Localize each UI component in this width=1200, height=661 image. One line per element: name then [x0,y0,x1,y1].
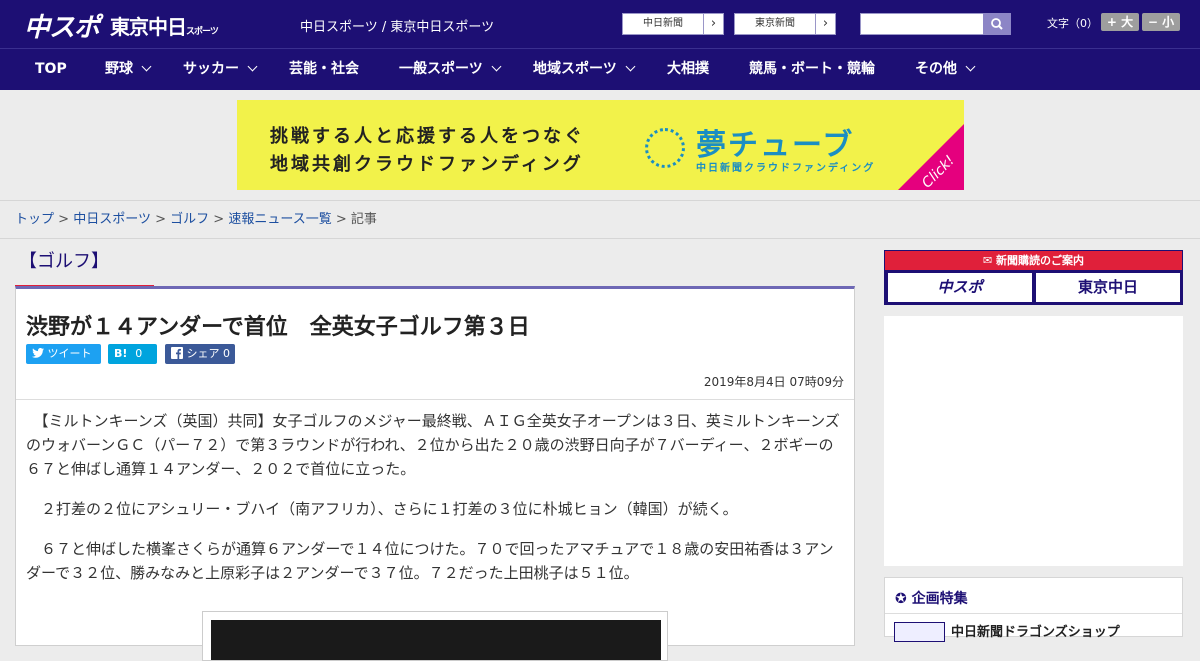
crowdfunding-banner[interactable]: 挑戦する人と応援する人をつなぐ 地域共創クラウドファンディング 夢チューブ 中日… [237,100,964,190]
breadcrumb-sep: > [155,212,166,227]
chunichi-shimbun-label: 中日新聞 [643,18,683,29]
nav-item-label: 一般スポーツ [399,61,483,77]
nav-item-label: その他 [915,61,957,77]
hatena-bookmark-button[interactable]: B! 0 [108,344,157,364]
breadcrumb-news-list[interactable]: 速報ニュース一覧 [228,212,331,227]
subscription-box: ✉ 新聞購読のご案内 中スポ 東京中日 [884,250,1183,305]
chevron-down-icon [247,61,258,72]
search-icon [991,18,1003,30]
subscription-heading-text: 新聞購読のご案内 [996,254,1085,267]
special-features-box: ✪ 企画特集 中日新聞ドラゴンズショップ [884,577,1183,642]
share-count: 0 [223,347,230,360]
article-paragraph: ６７と伸ばした横峯さくらが通算６アンダーで１４位につけた。７０で回ったアマチュア… [26,537,846,585]
yume-tube-logo-icon [645,128,685,168]
nav-item-top[interactable]: TOP [35,49,67,90]
chunichi-shimbun-link[interactable]: 中日新聞 › [622,13,724,35]
banner-line1: 挑戦する人と応援する人をつなぐ [270,126,585,147]
article-paragraph-text: ６７と伸ばした横峯さくらが通算６アンダーで１４位につけた。７０で回ったアマチュア… [26,540,834,582]
banner-brand-sub: 中日新聞クラウドファンディング [696,163,876,174]
ad-slot [884,316,1183,566]
nav-item-other[interactable]: その他 [915,49,976,90]
article-title: 渋野が１４アンダーで首位 全英女子ゴルフ第３日 [26,315,530,340]
subscription-heading: ✉ 新聞購読のご案内 [885,251,1182,270]
chevron-right-icon: › [703,14,723,34]
article-paragraph-text: ２打差の２位にアシュリー・ブハイ（南アフリカ）、さらに１打差の３位に朴城ヒョン（… [41,500,738,518]
font-size-down-button[interactable]: − 小 [1142,13,1180,31]
nav-item-baseball[interactable]: 野球 [105,49,152,90]
ribbon-icon: ✪ [895,591,907,607]
nav-item-sumo[interactable]: 大相撲 [667,49,709,90]
tokyo-chunichi-logo[interactable]: 東京中日スポーツ [110,11,219,40]
breadcrumb-sep: > [213,212,225,227]
chunichi-sports-logo[interactable]: 中スポ [24,7,100,44]
hatena-count: 0 [135,347,143,360]
nav-item-entertainment[interactable]: 芸能・社会 [289,49,359,90]
dragons-shop-thumbnail[interactable] [894,622,945,642]
nav-item-label: サッカー [183,61,239,77]
divider [885,613,1182,614]
breadcrumb-sep: > [58,212,70,227]
breadcrumb-sep: > [335,212,347,227]
facebook-icon [171,347,183,359]
tokyo-chunichi-logo-small: スポーツ [186,27,219,37]
nav-item-label: 地域スポーツ [533,61,617,77]
breadcrumb-top[interactable]: トップ [15,212,54,227]
top-header: 中スポ 東京中日スポーツ 中日スポーツ / 東京中日スポーツ 中日新聞 › 東京… [0,0,1200,48]
search-input[interactable] [860,13,984,35]
chevron-down-icon [965,61,976,72]
special-item-dragons-shop[interactable]: 中日新聞ドラゴンズショップ [951,621,1120,640]
divider [16,399,854,400]
category-label: 【ゴルフ】 [15,250,154,288]
share-label: シェア [186,347,220,360]
tweet-label: ツイート [47,347,92,360]
subscribe-tokyo-chunichi[interactable]: 東京中日 [1036,273,1180,302]
article-paragraph-text: 【ミルトンキーンズ（英国）共同】女子ゴルフのメジャー最終戦、ＡＩＧ全英女子オープ… [26,412,840,478]
font-size-label: 文字（0） [1047,17,1098,30]
nav-item-racing[interactable]: 競馬・ボート・競輪 [749,49,875,90]
breadcrumb-current: 記事 [350,212,377,227]
article-paragraph: ２打差の２位にアシュリー・ブハイ（南アフリカ）、さらに１打差の３位に朴城ヒョン（… [26,497,846,521]
article-paragraph: 【ミルトンキーンズ（英国）共同】女子ゴルフのメジャー最終戦、ＡＩＧ全英女子オープ… [26,409,846,481]
nav-item-label: 野球 [105,61,133,77]
search-button[interactable] [983,13,1011,35]
twitter-icon [32,348,44,358]
breadcrumb-chunichi-sports[interactable]: 中日スポーツ [73,212,151,227]
nav-item-soccer[interactable]: サッカー [183,49,258,90]
main-nav: TOP 野球 サッカー 芸能・社会 一般スポーツ 地域スポーツ 大相撲 競馬・ボ… [0,48,1200,90]
tweet-button[interactable]: ツイート [26,344,101,364]
subscribe-chunichi-sports[interactable]: 中スポ [888,273,1032,302]
chevron-down-icon [625,61,636,72]
tokyo-shimbun-link[interactable]: 東京新聞 › [734,13,836,35]
breadcrumb: トップ > 中日スポーツ > ゴルフ > 速報ニュース一覧 > 記事 [0,200,1200,239]
font-size-up-button[interactable]: + 大 [1101,13,1139,31]
chevron-down-icon [491,61,502,72]
breadcrumb-golf[interactable]: ゴルフ [170,212,209,227]
banner-line2: 地域共創クラウドファンディング [270,154,584,175]
tokyo-chunichi-logo-text: 東京中日 [110,15,187,39]
article-photo[interactable] [211,620,661,660]
facebook-share-button[interactable]: シェア 0 [165,344,235,364]
article-card: 渋野が１４アンダーで首位 全英女子ゴルフ第３日 ツイート B! 0 シェア 0 … [15,286,855,661]
banner-brand: 夢チューブ [696,128,855,163]
banner-area: 挑戦する人と応援する人をつなぐ 地域共創クラウドファンディング 夢チューブ 中日… [0,90,1200,200]
special-features-heading-text: 企画特集 [911,591,968,607]
nav-item-general-sports[interactable]: 一般スポーツ [399,49,502,90]
chevron-right-icon: › [815,14,835,34]
article-body: 【ミルトンキーンズ（英国）共同】女子ゴルフのメジャー最終戦、ＡＩＧ全英女子オープ… [26,409,846,601]
nav-item-local-sports[interactable]: 地域スポーツ [533,49,636,90]
site-names: 中日スポーツ / 東京中日スポーツ [300,20,495,35]
newspaper-icon: ✉ [982,254,993,267]
special-features-heading: ✪ 企画特集 [895,588,968,608]
tokyo-shimbun-label: 東京新聞 [755,18,795,29]
article-photo-frame [202,611,668,661]
article-date: 2019年8月4日 07時09分 [703,375,844,389]
chevron-down-icon [141,61,152,72]
hatena-icon: B! [114,347,128,360]
